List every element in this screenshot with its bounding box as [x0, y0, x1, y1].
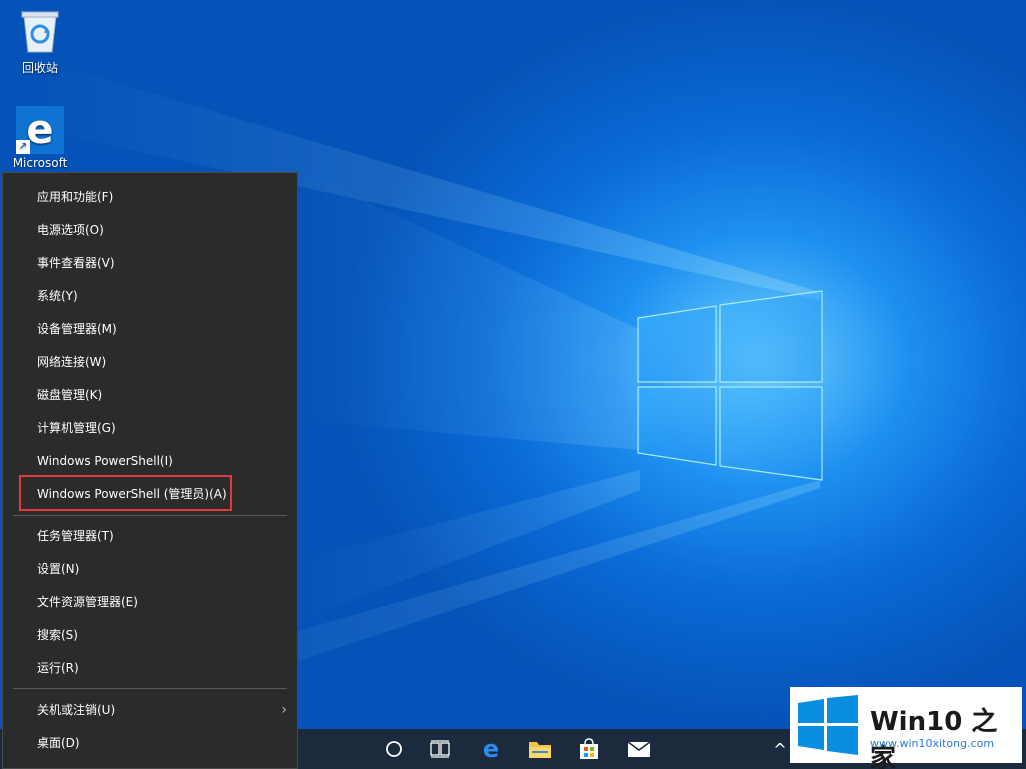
menu-item-power-options[interactable]: 电源选项(O) [3, 214, 297, 246]
menu-separator [13, 688, 287, 689]
winx-context-menu: 应用和功能(F) 电源选项(O) 事件查看器(V) 系统(Y) 设备管理器(M)… [2, 172, 298, 769]
menu-item-powershell[interactable]: Windows PowerShell(I) [3, 445, 297, 477]
menu-item-apps-features[interactable]: 应用和功能(F) [3, 181, 297, 213]
edge-icon: e [483, 737, 499, 761]
menu-item-system[interactable]: 系统(Y) [3, 280, 297, 312]
win10-watermark: Win10 之家 www.win10xitong.com [790, 687, 1022, 769]
recycle-bin-icon [21, 11, 59, 53]
menu-item-computer-management[interactable]: 计算机管理(G) [3, 412, 297, 444]
taskbar-edge-button[interactable]: e [467, 729, 515, 769]
menu-item-task-manager[interactable]: 任务管理器(T) [3, 520, 297, 552]
cortana-button[interactable] [370, 729, 418, 769]
task-view-icon [430, 740, 450, 758]
menu-item-powershell-admin[interactable]: Windows PowerShell (管理员)(A) [3, 478, 297, 510]
watermark-title: Win10 之家 [870, 707, 998, 769]
menu-item-device-manager[interactable]: 设备管理器(M) [3, 313, 297, 345]
task-view-button[interactable] [416, 729, 464, 769]
menu-item-settings[interactable]: 设置(N) [3, 553, 297, 585]
menu-item-network-connections[interactable]: 网络连接(W) [3, 346, 297, 378]
svg-text:e: e [483, 737, 499, 761]
edge-label: Microsoft [12, 156, 68, 170]
edge-shortcut[interactable]: e ↗ Microsoft [5, 106, 75, 170]
edge-icon: e ↗ [16, 106, 64, 154]
windows-logo-icon [798, 695, 858, 755]
windows-logo [637, 290, 823, 481]
menu-item-desktop[interactable]: 桌面(D) [3, 727, 297, 759]
menu-item-shutdown-label: 关机或注销(U) [37, 703, 116, 717]
file-explorer-icon [529, 742, 551, 758]
store-button[interactable] [565, 729, 613, 769]
menu-item-file-explorer[interactable]: 文件资源管理器(E) [3, 586, 297, 618]
menu-item-event-viewer[interactable]: 事件查看器(V) [3, 247, 297, 279]
shortcut-arrow-icon: ↗ [16, 140, 30, 154]
mail-icon [627, 741, 651, 757]
recycle-bin-shortcut[interactable]: 回收站 [5, 8, 75, 76]
desktop-screen: 回收站 e ↗ Microsoft e ^ 应用和功能(F) 电源选项(O) 事… [0, 0, 1026, 769]
menu-item-search[interactable]: 搜索(S) [3, 619, 297, 651]
menu-item-run[interactable]: 运行(R) [3, 652, 297, 684]
file-explorer-button[interactable] [516, 729, 564, 769]
chevron-right-icon: › [281, 702, 287, 718]
menu-separator [13, 515, 287, 516]
recycle-bin-label: 回收站 [21, 61, 58, 75]
cortana-circle-icon [386, 741, 402, 757]
store-icon [580, 738, 598, 759]
menu-item-shutdown-signout[interactable]: 关机或注销(U) › [3, 694, 297, 726]
menu-item-disk-management[interactable]: 磁盘管理(K) [3, 379, 297, 411]
watermark-url: www.win10xitong.com [870, 737, 995, 750]
mail-button[interactable] [615, 729, 663, 769]
